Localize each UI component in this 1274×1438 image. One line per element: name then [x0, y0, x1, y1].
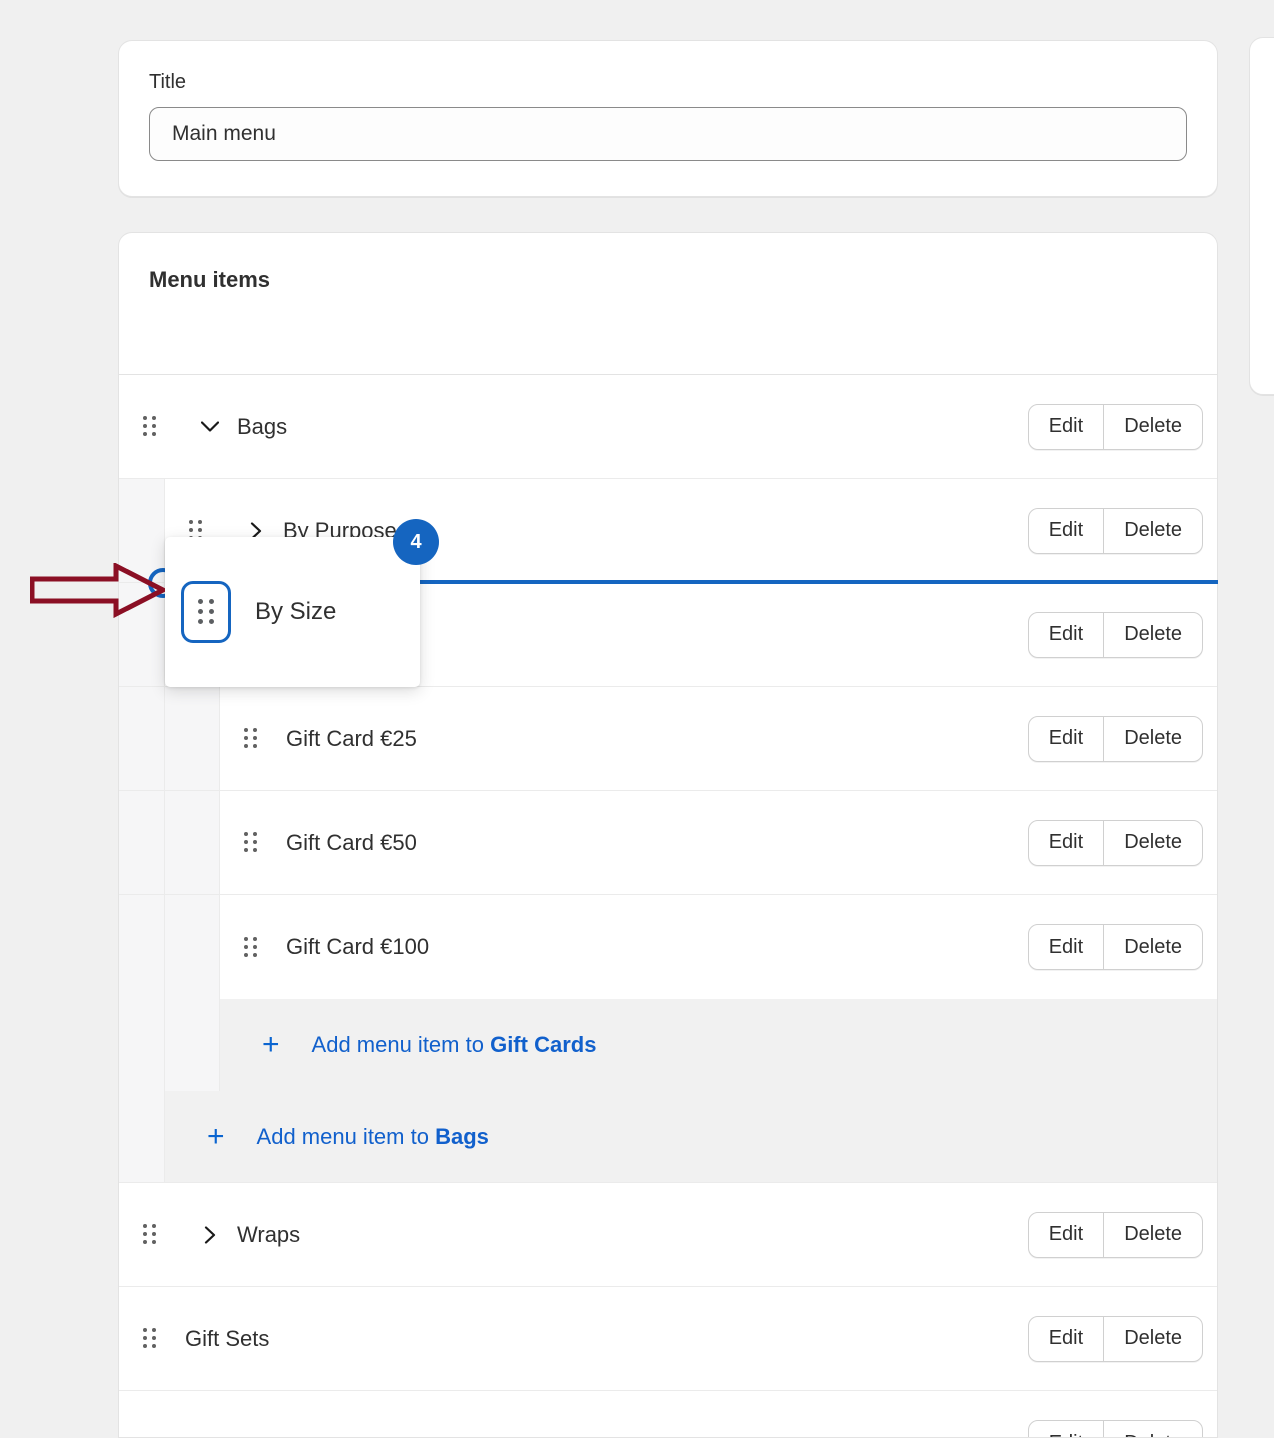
menu-row-wraps[interactable]: Wraps Edit Delete — [119, 1183, 1217, 1287]
add-target: Bags — [435, 1124, 489, 1149]
add-menu-item-label: Add menu item to Gift Cards — [312, 1032, 597, 1058]
menu-row-gift-card-50[interactable]: Gift Card €50 Edit Delete — [119, 791, 1217, 895]
add-bags-row-wrapper: + Add menu item to Bags — [119, 1091, 1217, 1183]
row-actions: Edit Delete — [1028, 1212, 1203, 1258]
row-body: Wraps Edit Delete — [119, 1183, 1217, 1286]
indent-gutter-level-1 — [119, 999, 165, 1091]
edit-button[interactable]: Edit — [1029, 821, 1103, 865]
row-actions: Edit Delete — [1028, 924, 1203, 970]
row-body: Gift Card €50 Edit Delete — [220, 791, 1217, 894]
delete-button[interactable]: Delete — [1103, 821, 1202, 865]
indent-gutter-level-1 — [119, 791, 165, 894]
menu-row-partial[interactable]: Edit Delete — [119, 1391, 1217, 1438]
drag-overlay-label: By Size — [255, 598, 336, 626]
row-body: Bags Edit Delete — [119, 375, 1217, 478]
menu-row-label: Gift Sets — [185, 1326, 269, 1352]
drag-drop-indicator-line — [420, 580, 1218, 584]
menu-row-gift-card-100[interactable]: Gift Card €100 Edit Delete — [119, 895, 1217, 999]
delete-button[interactable]: Delete — [1103, 717, 1202, 761]
title-field-label: Title — [149, 69, 1187, 95]
menu-items-card: Menu items Bags Edit Delete — [118, 232, 1218, 1438]
title-card: Title — [118, 40, 1218, 197]
chevron-right-icon[interactable] — [193, 1218, 227, 1252]
drag-handle-icon[interactable] — [137, 1220, 163, 1250]
add-menu-item-label: Add menu item to Bags — [257, 1124, 489, 1150]
row-actions: Edit Delete — [1028, 820, 1203, 866]
delete-button[interactable]: Delete — [1103, 613, 1202, 657]
row-actions: Edit Delete — [1028, 1316, 1203, 1362]
menu-row-bags[interactable]: Bags Edit Delete — [119, 375, 1217, 479]
row-actions: Edit Delete — [1028, 1420, 1203, 1438]
delete-button[interactable]: Delete — [1103, 1421, 1202, 1438]
indent-gutter-level-2 — [165, 791, 220, 894]
drag-handle-icon[interactable] — [137, 412, 163, 442]
drag-overlay-panel[interactable]: By Size — [165, 537, 420, 687]
edit-button[interactable]: Edit — [1029, 925, 1103, 969]
delete-button[interactable]: Delete — [1103, 1317, 1202, 1361]
add-gift-cards-row-wrapper: + Add menu item to Gift Cards — [119, 999, 1217, 1091]
plus-icon: + — [262, 1030, 280, 1060]
edit-button[interactable]: Edit — [1029, 613, 1103, 657]
delete-button[interactable]: Delete — [1103, 509, 1202, 553]
indent-gutter-level-1 — [119, 895, 165, 999]
title-input[interactable] — [149, 107, 1187, 161]
menu-row-label: Bags — [237, 414, 287, 440]
drag-handle-icon[interactable] — [137, 1324, 163, 1354]
drag-handle-icon[interactable] — [181, 581, 231, 643]
edit-button[interactable]: Edit — [1029, 1213, 1103, 1257]
add-target: Gift Cards — [490, 1032, 596, 1057]
indent-gutter-level-2 — [165, 687, 220, 790]
edit-button[interactable]: Edit — [1029, 1317, 1103, 1361]
edit-button[interactable]: Edit — [1029, 717, 1103, 761]
side-panel-card — [1249, 37, 1274, 395]
add-menu-item-to-bags-button[interactable]: + Add menu item to Bags — [165, 1091, 1217, 1182]
indent-gutter-level-2 — [165, 999, 220, 1091]
indent-gutter-level-1 — [119, 1091, 165, 1182]
drag-handle-icon[interactable] — [238, 932, 264, 962]
menu-row-label: Gift Card €100 — [286, 934, 429, 960]
row-body: Gift Card €100 Edit Delete — [220, 895, 1217, 999]
menu-row-label: Gift Card €25 — [286, 726, 417, 752]
row-actions: Edit Delete — [1028, 612, 1203, 658]
drag-count-badge: 4 — [393, 519, 439, 565]
delete-button[interactable]: Delete — [1103, 405, 1202, 449]
menu-row-gift-sets[interactable]: Gift Sets Edit Delete — [119, 1287, 1217, 1391]
annotation-arrow-icon — [30, 563, 165, 618]
drag-handle-icon[interactable] — [238, 828, 264, 858]
row-body: Gift Card €25 Edit Delete — [220, 687, 1217, 790]
row-actions: Edit Delete — [1028, 404, 1203, 450]
page-root: Title Menu items Bags Edit — [0, 0, 1274, 1438]
drag-handle-icon[interactable] — [238, 724, 264, 754]
delete-button[interactable]: Delete — [1103, 925, 1202, 969]
add-prefix: Add menu item to — [257, 1124, 436, 1149]
indent-gutter-level-2 — [165, 895, 220, 999]
add-prefix: Add menu item to — [312, 1032, 491, 1057]
edit-button[interactable]: Edit — [1029, 405, 1103, 449]
menu-row-gift-card-25[interactable]: Gift Card €25 Edit Delete — [119, 687, 1217, 791]
delete-button[interactable]: Delete — [1103, 1213, 1202, 1257]
row-body: Edit Delete — [119, 1391, 1217, 1438]
menu-items-header: Menu items — [119, 233, 1217, 374]
row-body: Gift Sets Edit Delete — [119, 1287, 1217, 1390]
menu-row-label: Gift Card €50 — [286, 830, 417, 856]
menu-row-label: Wraps — [237, 1222, 300, 1248]
row-actions: Edit Delete — [1028, 508, 1203, 554]
plus-icon: + — [207, 1122, 225, 1152]
menu-items-heading: Menu items — [149, 267, 1187, 293]
edit-button[interactable]: Edit — [1029, 1421, 1103, 1438]
add-menu-item-to-gift-cards-button[interactable]: + Add menu item to Gift Cards — [220, 999, 1217, 1091]
row-actions: Edit Delete — [1028, 716, 1203, 762]
indent-gutter-level-1 — [119, 687, 165, 790]
chevron-down-icon[interactable] — [193, 410, 227, 444]
edit-button[interactable]: Edit — [1029, 509, 1103, 553]
